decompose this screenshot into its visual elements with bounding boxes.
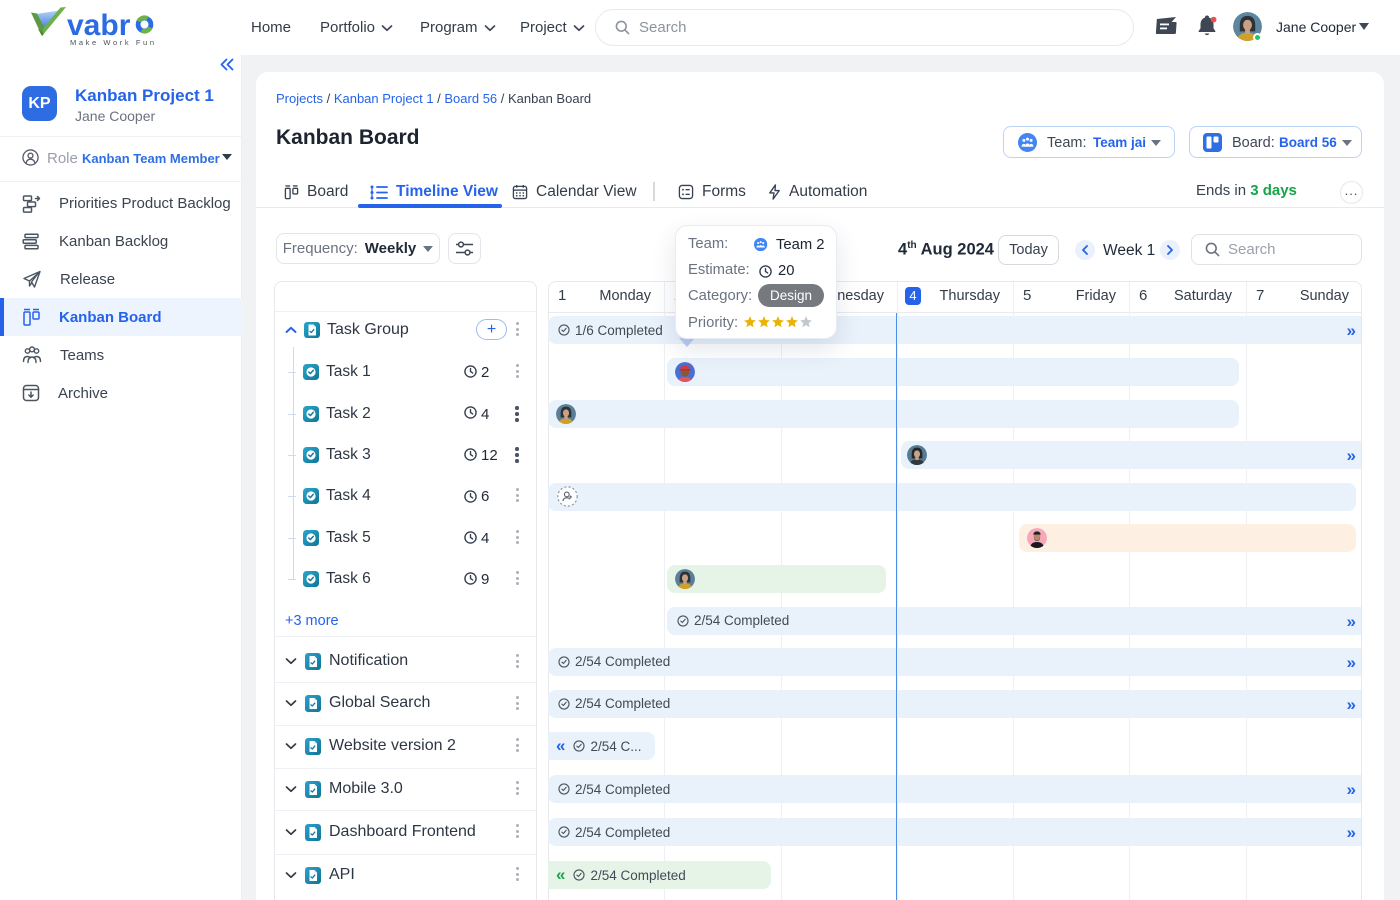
svg-text:Make Work Fun: Make Work Fun <box>70 38 156 47</box>
